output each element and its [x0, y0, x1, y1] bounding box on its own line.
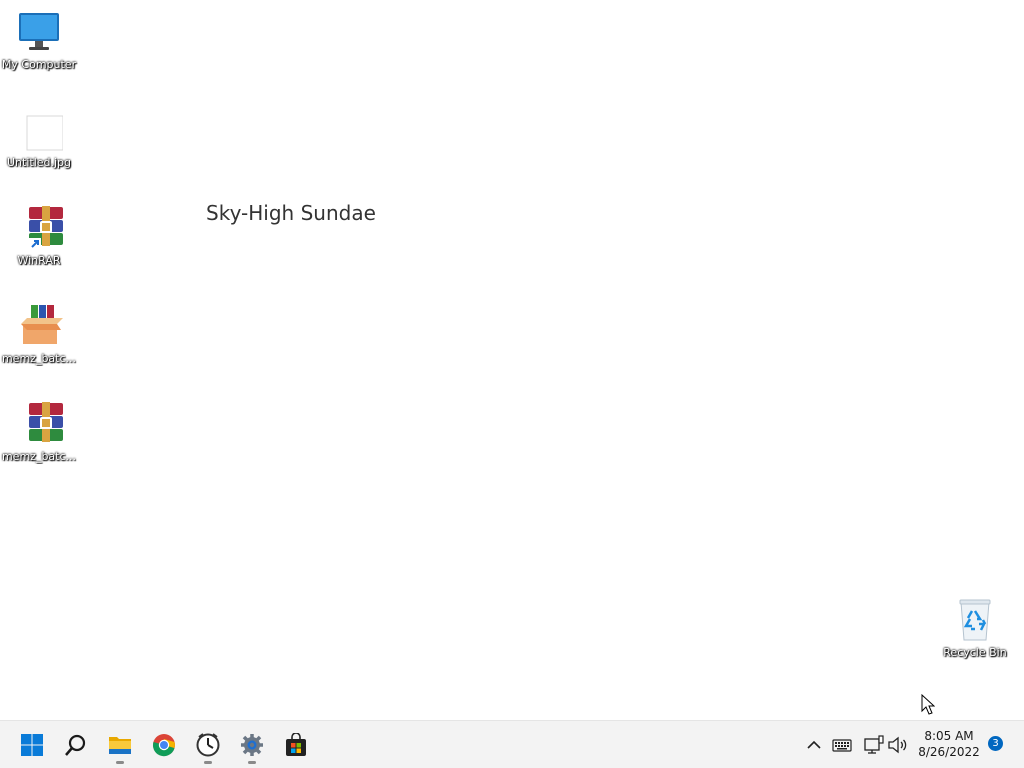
desktop-icon-label: WinRAR — [17, 254, 61, 267]
taskbar-settings[interactable] — [232, 725, 272, 765]
desktop-icon-winrar[interactable]: WinRAR — [0, 204, 78, 268]
desktop-icon-memz-archive-1[interactable]: memz_batc... — [0, 302, 78, 366]
mouse-cursor-icon — [921, 693, 936, 720]
speaker-icon — [888, 736, 907, 754]
show-hidden-icons-button[interactable] — [802, 733, 826, 757]
overlay-text: Sky-High Sundae — [206, 201, 376, 225]
volume-button[interactable] — [886, 733, 910, 757]
desktop: My Computer Untitled.jpg WinRAR memz_bat… — [0, 0, 1024, 720]
chrome-icon — [152, 734, 175, 757]
network-icon — [864, 735, 884, 754]
winrar-icon — [15, 204, 63, 252]
settings-icon — [241, 734, 263, 756]
store-icon — [286, 733, 306, 756]
monitor-icon — [15, 8, 63, 56]
search-icon — [65, 734, 86, 756]
desktop-icon-recycle-bin[interactable]: Recycle Bin — [936, 596, 1014, 660]
image-file-icon — [15, 106, 64, 154]
network-button[interactable] — [862, 733, 886, 757]
input-indicator-button[interactable] — [830, 733, 854, 757]
taskbar-clock[interactable]: 8:05 AM 8/26/2022 — [916, 728, 982, 760]
running-indicator — [116, 761, 124, 764]
taskbar-store[interactable] — [276, 725, 316, 765]
search-button[interactable] — [56, 725, 96, 765]
file-explorer-icon — [109, 737, 131, 754]
running-indicator — [204, 761, 212, 764]
taskbar-chrome[interactable] — [144, 725, 184, 765]
winrar-icon — [15, 400, 63, 448]
start-button[interactable] — [12, 725, 52, 765]
clock-time: 8:05 AM — [924, 729, 974, 743]
desktop-icon-label: memz_batc... — [1, 352, 77, 365]
taskbar-file-explorer[interactable] — [100, 725, 140, 765]
desktop-icon-label: Recycle Bin — [943, 646, 1007, 659]
desktop-icon-label: Untitled.jpg — [6, 156, 72, 169]
start-icon — [21, 734, 43, 756]
archive-box-icon — [15, 302, 63, 350]
desktop-icon-memz-archive-2[interactable]: memz_batc... — [0, 400, 78, 464]
notification-badge[interactable]: 3 — [988, 736, 1003, 751]
desktop-icon-label: My Computer — [1, 58, 77, 71]
desktop-icon-untitled-jpg[interactable]: Untitled.jpg — [0, 106, 78, 170]
running-indicator — [248, 761, 256, 764]
clock-date: 8/26/2022 — [918, 745, 980, 759]
desktop-icon-my-computer[interactable]: My Computer — [0, 8, 78, 72]
clock-app-icon — [196, 733, 220, 757]
recycle-bin-icon — [951, 596, 999, 644]
taskbar-clock-app[interactable] — [188, 725, 228, 765]
taskbar: 8:05 AM 8/26/2022 — [0, 720, 1024, 768]
chevron-up-icon — [807, 740, 821, 749]
desktop-icon-label: memz_batc... — [1, 450, 77, 463]
keyboard-icon — [832, 739, 852, 752]
